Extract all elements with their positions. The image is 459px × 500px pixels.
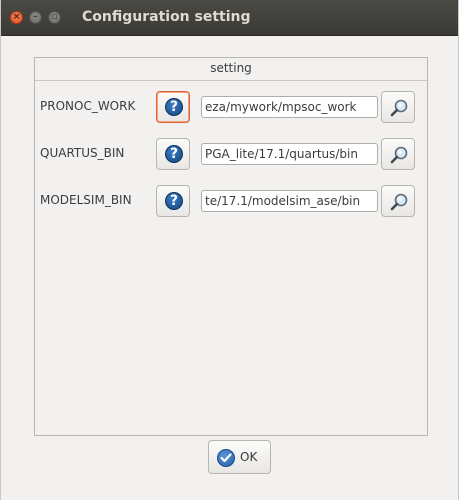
magnifier-icon (390, 193, 408, 211)
window-title: Configuration setting (82, 9, 251, 25)
ok-button[interactable]: OK (208, 440, 271, 474)
check-icon (217, 449, 235, 467)
browse-button-pronoc-work[interactable] (381, 91, 415, 123)
setting-row-pronoc-work: PRONOC_WORK ? eza/mywork/mpsoc_work (35, 91, 427, 123)
setting-label: PRONOC_WORK (40, 99, 136, 113)
close-icon: × (12, 12, 21, 22)
magnifier-icon (390, 99, 408, 117)
setting-group-legend: setting (35, 58, 427, 81)
setting-row-quartus-bin: QUARTUS_BIN ? PGA_lite/17.1/quartus/bin (35, 138, 427, 170)
browse-button-modelsim-bin[interactable] (381, 185, 415, 217)
question-icon: ? (165, 192, 183, 210)
question-icon: ? (165, 145, 183, 163)
setting-group: setting PRONOC_WORK ? eza/mywork/mpsoc_w… (34, 57, 428, 436)
help-button-quartus-bin[interactable]: ? (156, 138, 190, 170)
setting-label: MODELSIM_BIN (40, 193, 132, 207)
question-icon: ? (165, 98, 183, 116)
minimize-window-button[interactable]: – (29, 11, 42, 24)
close-window-button[interactable]: × (10, 11, 23, 24)
browse-button-quartus-bin[interactable] (381, 138, 415, 170)
maximize-icon: ▫ (51, 12, 58, 22)
setting-label: QUARTUS_BIN (40, 146, 125, 160)
ok-label: OK (240, 450, 258, 464)
config-window: × – ▫ Configuration setting setting PRON… (0, 0, 459, 500)
maximize-window-button[interactable]: ▫ (48, 11, 61, 24)
minimize-icon: – (33, 12, 38, 22)
path-field-pronoc-work[interactable]: eza/mywork/mpsoc_work (201, 96, 378, 118)
help-button-pronoc-work[interactable]: ? (156, 91, 190, 123)
path-field-quartus-bin[interactable]: PGA_lite/17.1/quartus/bin (201, 143, 378, 165)
setting-row-modelsim-bin: MODELSIM_BIN ? te/17.1/modelsim_ase/bin (35, 185, 427, 217)
magnifier-icon (390, 146, 408, 164)
path-field-modelsim-bin[interactable]: te/17.1/modelsim_ase/bin (201, 190, 378, 212)
help-button-modelsim-bin[interactable]: ? (156, 185, 190, 217)
title-bar[interactable]: × – ▫ Configuration setting (1, 0, 458, 36)
